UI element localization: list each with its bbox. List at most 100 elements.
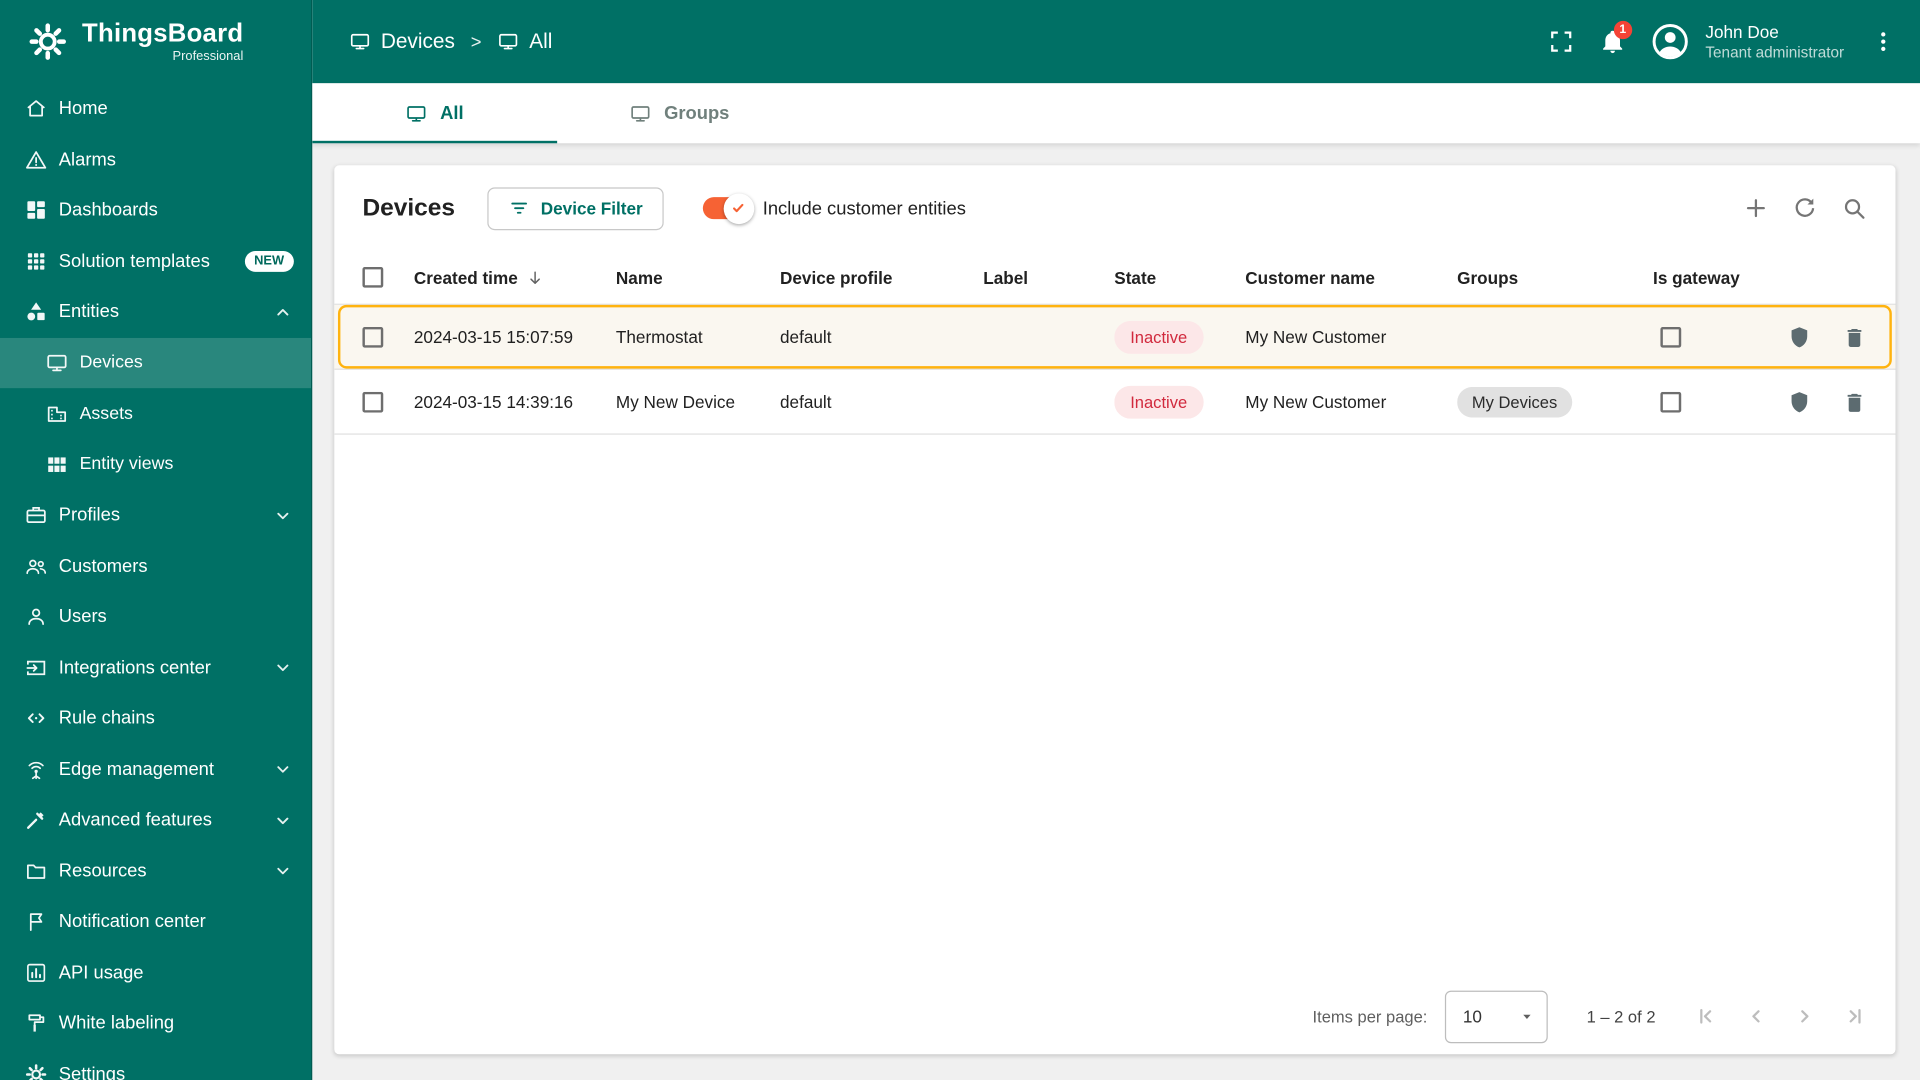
sidebar-item-assets[interactable]: Assets <box>0 388 311 439</box>
breadcrumb-label: All <box>529 29 553 53</box>
next-page-button[interactable] <box>1780 992 1829 1041</box>
last-page-button[interactable] <box>1829 992 1878 1041</box>
app-logo[interactable]: ThingsBoard Professional <box>0 0 311 83</box>
sidebar-item-users[interactable]: Users <box>0 591 311 642</box>
main-area: Devices > All 1 John Doe Tenant administ… <box>312 0 1920 1080</box>
column-header-created-time[interactable]: Created time <box>414 268 616 287</box>
sidebar-item-home[interactable]: Home <box>0 83 311 134</box>
column-header-state[interactable]: State <box>1114 268 1245 288</box>
column-header-device-profile[interactable]: Device profile <box>780 268 983 288</box>
include-customer-entities-toggle[interactable]: Include customer entities <box>702 192 966 224</box>
column-header-label[interactable]: Label <box>983 268 1114 288</box>
sidebar-item-settings[interactable]: Settings <box>0 1049 311 1080</box>
folder-icon <box>24 859 47 882</box>
sidebar-item-entities[interactable]: Entities <box>0 287 311 338</box>
sidebar-item-devices[interactable]: Devices <box>0 337 312 389</box>
entity-views-icon <box>45 453 68 476</box>
device-filter-button[interactable]: Device Filter <box>486 186 664 230</box>
sidebar-item-label: Alarms <box>58 149 116 170</box>
logo-text: ThingsBoard Professional <box>82 21 243 63</box>
dashboard-icon <box>24 199 47 222</box>
refresh-button[interactable] <box>1780 184 1829 233</box>
sidebar-item-solution-templates[interactable]: Solution templates NEW <box>0 236 311 287</box>
devices-icon <box>45 351 68 374</box>
sidebar-item-alarms[interactable]: Alarms <box>0 134 311 185</box>
breadcrumb-label: Devices <box>380 29 455 53</box>
app-root: ThingsBoard Professional Home Alarms Das… <box>0 0 1920 1080</box>
sidebar-item-label: Integrations center <box>58 657 211 679</box>
previous-page-button[interactable] <box>1731 992 1780 1041</box>
sidebar-item-label: Entities <box>58 301 120 323</box>
sidebar-item-advanced-features[interactable]: Advanced features <box>0 795 311 846</box>
row-checkbox[interactable] <box>362 391 384 413</box>
breadcrumb-devices[interactable]: Devices <box>349 29 455 53</box>
cell-state: Inactive <box>1114 320 1245 354</box>
is-gateway-checkbox[interactable] <box>1660 391 1682 413</box>
delete-button[interactable] <box>1831 377 1879 426</box>
table-row-thermostat[interactable]: 2024-03-15 15:07:59 Thermostat default I… <box>334 304 1896 370</box>
user-info[interactable]: John Doe Tenant administrator <box>1705 21 1844 63</box>
sidebar-item-label: Resources <box>58 860 147 882</box>
toggle-label: Include customer entities <box>762 197 966 219</box>
delete-button[interactable] <box>1831 312 1879 361</box>
more-menu-button[interactable] <box>1859 17 1908 66</box>
column-header-customer-name[interactable]: Customer name <box>1245 268 1457 288</box>
table-row-my-new-device[interactable]: 2024-03-15 14:39:16 My New Device defaul… <box>334 370 1896 435</box>
tab-all[interactable]: All <box>312 83 558 144</box>
sidebar-item-dashboards[interactable]: Dashboards <box>0 185 311 236</box>
search-button[interactable] <box>1829 184 1878 233</box>
shield-icon <box>1787 324 1813 350</box>
sidebar-item-customers[interactable]: Customers <box>0 541 311 592</box>
column-label: Device profile <box>780 267 893 288</box>
cell-state: Inactive <box>1114 385 1245 419</box>
sidebar-item-profiles[interactable]: Profiles <box>0 490 311 541</box>
status-badge: Inactive <box>1114 320 1204 354</box>
add-device-button[interactable] <box>1731 184 1780 233</box>
sidebar: ThingsBoard Professional Home Alarms Das… <box>0 0 313 1080</box>
manage-credentials-button[interactable] <box>1776 312 1824 361</box>
device-filter-label: Device Filter <box>540 198 643 218</box>
category-icon <box>24 300 47 323</box>
toggle-switch[interactable] <box>702 192 755 224</box>
assets-icon <box>45 402 68 425</box>
column-header-groups[interactable]: Groups <box>1457 268 1653 288</box>
trash-icon <box>1842 389 1868 415</box>
user-name: John Doe <box>1705 21 1779 42</box>
sidebar-item-rule-chains[interactable]: Rule chains <box>0 693 311 744</box>
warning-icon <box>24 148 47 171</box>
devices-icon <box>497 31 519 53</box>
is-gateway-checkbox[interactable] <box>1660 326 1682 348</box>
manage-credentials-button[interactable] <box>1776 377 1824 426</box>
sidebar-item-label: Advanced features <box>58 809 212 831</box>
sidebar-item-label: Rule chains <box>58 708 155 729</box>
cell-created-time: 2024-03-15 15:07:59 <box>413 326 574 347</box>
sidebar-item-resources[interactable]: Resources <box>0 846 311 897</box>
group-chip[interactable]: My Devices <box>1457 386 1572 417</box>
avatar[interactable] <box>1647 18 1694 65</box>
sidebar-item-edge-management[interactable]: Edge management <box>0 744 311 795</box>
search-icon <box>1840 195 1867 222</box>
first-page-button[interactable] <box>1682 992 1731 1041</box>
fullscreen-button[interactable] <box>1536 17 1585 66</box>
notifications-button[interactable]: 1 <box>1588 17 1637 66</box>
sidebar-item-white-labeling[interactable]: White labeling <box>0 998 311 1049</box>
select-all-checkbox[interactable] <box>362 266 384 288</box>
tab-groups[interactable]: Groups <box>557 83 802 143</box>
plus-icon <box>1742 195 1769 222</box>
sidebar-item-notification-center[interactable]: Notification center <box>0 896 311 947</box>
groups-icon <box>630 102 652 124</box>
breadcrumb-all[interactable]: All <box>497 29 552 53</box>
sidebar-item-entity-views[interactable]: Entity views <box>0 439 311 490</box>
column-header-is-gateway[interactable]: Is gateway <box>1653 268 1775 288</box>
cell-created-time: 2024-03-15 14:39:16 <box>413 391 574 412</box>
row-checkbox[interactable] <box>362 326 384 348</box>
chevron-up-icon <box>272 301 294 323</box>
row-actions <box>1776 312 1896 361</box>
items-per-page-select[interactable]: 10 <box>1444 990 1548 1043</box>
column-header-name[interactable]: Name <box>616 268 780 288</box>
check-icon <box>730 200 747 217</box>
cell-customer-name: My New Customer <box>1245 326 1387 347</box>
sidebar-item-api-usage[interactable]: API usage <box>0 947 311 998</box>
sidebar-item-integrations-center[interactable]: Integrations center <box>0 642 311 693</box>
app-edition: Professional <box>172 48 244 64</box>
